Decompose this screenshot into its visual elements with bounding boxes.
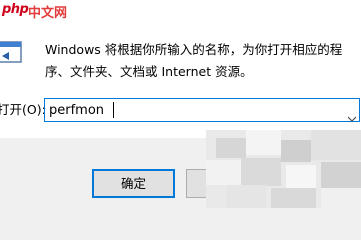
- ok-button[interactable]: 确定: [92, 169, 175, 198]
- watermark: php 中文网: [0, 0, 95, 22]
- pixelated-region: [206, 130, 361, 208]
- dropdown-arrow-icon[interactable]: [347, 107, 357, 122]
- run-description: Windows 将根据你所输入的名称，为你打开相应的程序、文件夹、文档或 Int…: [45, 42, 343, 79]
- run-dialog: php 中文网 Windows 将根据你所输入的名称，为你打开相应的程序、文件夹…: [0, 0, 361, 208]
- run-icon: [0, 40, 26, 66]
- open-combobox[interactable]: perfmon: [44, 98, 360, 122]
- open-label: 打开(O):: [0, 102, 46, 117]
- text-caret: [113, 102, 114, 118]
- watermark-text: 中文网: [28, 6, 68, 21]
- open-input-value[interactable]: perfmon: [49, 102, 104, 119]
- watermark-logo: php: [2, 2, 29, 17]
